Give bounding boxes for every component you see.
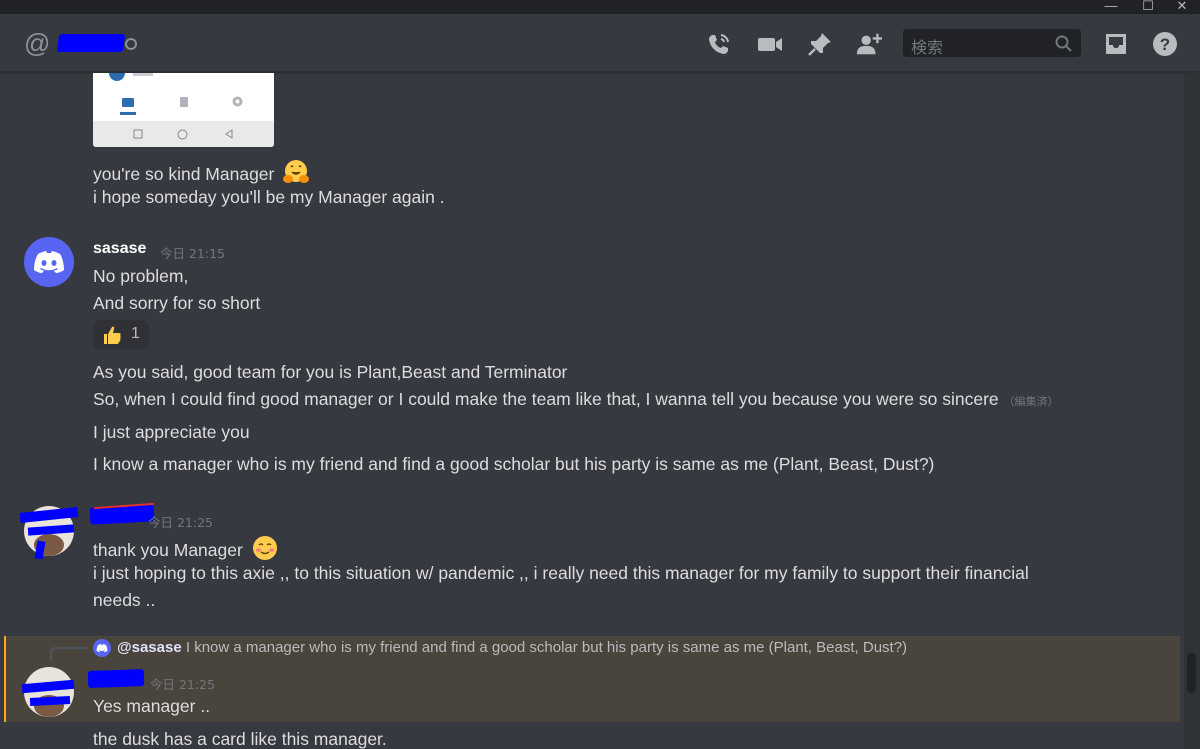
settings-gear-icon (232, 96, 243, 107)
message-line: I just appreciate you (93, 422, 250, 442)
message-timestamp: 今日 21:25 (150, 677, 215, 692)
inbox-icon[interactable] (1102, 30, 1130, 58)
android-nav-bar (93, 121, 274, 147)
thumbs-up-emoji-icon (104, 326, 121, 344)
message-line: Yes manager .. (93, 696, 211, 716)
document-icon (180, 97, 188, 107)
app-avatar-image (109, 73, 125, 81)
status-indicator (125, 38, 137, 50)
search-placeholder: 検索 (911, 38, 944, 57)
message-line: And sorry for so short (93, 293, 261, 313)
wallet-icon (122, 98, 134, 107)
message-line: you're so kind Manager (93, 158, 310, 186)
message-author[interactable]: sasase (93, 240, 146, 258)
search-input[interactable]: 検索 (903, 29, 1081, 57)
message-text: So, when I could find good manager or I … (93, 389, 999, 409)
maximize-button[interactable]: ☐ (1137, 0, 1159, 14)
square-nav-icon (133, 129, 143, 139)
window-titlebar: — ☐ ✕ (0, 0, 1200, 14)
image-attachment[interactable] (93, 73, 274, 147)
avatar[interactable] (24, 237, 74, 287)
message-line: So, when I could find good manager or I … (93, 388, 1059, 413)
scrollbar-thumb[interactable] (1187, 653, 1196, 693)
voice-call-icon[interactable] (705, 30, 733, 58)
home-nav-icon (177, 129, 188, 140)
message-line: As you said, good team for you is Plant,… (93, 362, 568, 382)
back-nav-icon (225, 129, 233, 139)
message-timestamp: 今日 21:15 (160, 246, 225, 261)
help-icon[interactable]: ? (1151, 30, 1179, 58)
app-text-line (133, 73, 153, 76)
message-timestamp: 今日 21:25 (148, 515, 213, 530)
search-icon (1055, 35, 1072, 52)
dm-at-icon: @ (24, 28, 51, 58)
smiling-face-emoji-icon (252, 536, 277, 560)
redacted-username (56, 34, 126, 52)
scrollbar[interactable] (1184, 73, 1200, 749)
svg-text:?: ? (1160, 35, 1170, 54)
message-line: i just hoping to this axie ,, to this si… (93, 563, 1029, 583)
wallet-tab-underline (120, 112, 136, 115)
redaction-mark (34, 540, 46, 560)
reaction-count: 1 (131, 325, 140, 342)
channel-header: @ 検索 ? (0, 14, 1200, 72)
message-list[interactable]: you're so kind Manager i hope someday yo… (0, 73, 1184, 749)
message-line: needs .. (93, 590, 156, 610)
add-member-icon[interactable] (855, 30, 883, 58)
hugging-face-emoji-icon (283, 160, 310, 183)
reply-avatar (93, 639, 111, 657)
discord-logo-icon (34, 251, 64, 273)
close-window-button[interactable]: ✕ (1171, 0, 1193, 14)
message-line: No problem, (93, 266, 189, 286)
redacted-username (87, 669, 145, 688)
reaction-button[interactable]: 1 (93, 320, 149, 350)
message-text: thank you Manager (93, 540, 243, 560)
minimize-button[interactable]: — (1100, 0, 1122, 14)
discord-logo-icon (96, 644, 108, 652)
message-line: the dusk has a card like this manager. (93, 729, 387, 749)
reply-mention[interactable]: @sasase (117, 639, 182, 656)
message-text: you're so kind Manager (93, 164, 275, 184)
reply-connector (50, 647, 88, 661)
message-line: I know a manager who is my friend and fi… (93, 454, 935, 474)
edited-label: （編集済） (1003, 396, 1059, 408)
video-call-icon[interactable] (756, 30, 784, 58)
reply-preview-text: I know a manager who is my friend and fi… (185, 639, 908, 656)
reply-preview[interactable]: @sasase I know a manager who is my frien… (117, 639, 907, 656)
pin-icon[interactable] (806, 30, 834, 58)
message-line: thank you Manager (93, 534, 279, 562)
message-line: i hope someday you'll be my Manager agai… (93, 187, 445, 207)
